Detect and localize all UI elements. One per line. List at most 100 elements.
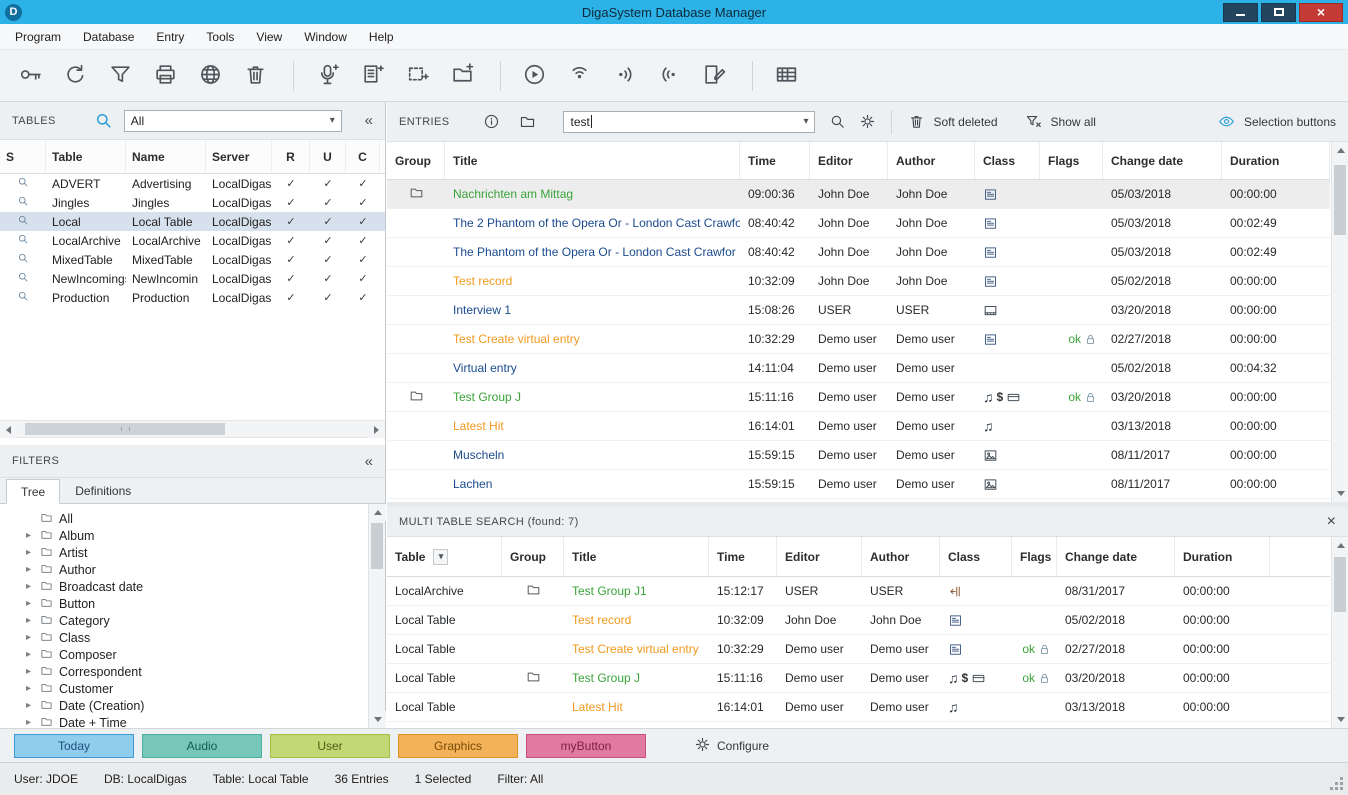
quick-button-mybutton[interactable]: myButton (526, 734, 646, 758)
tables-column-server[interactable]: Server (206, 140, 272, 173)
menu-database[interactable]: Database (72, 25, 145, 49)
collapse-filters-button[interactable]: « (365, 453, 373, 470)
close-multi-search-button[interactable]: × (1327, 514, 1336, 530)
entries-scroll-down-button[interactable] (1332, 485, 1348, 502)
entries-column-time[interactable]: Time (740, 142, 810, 179)
mic-add-button[interactable] (307, 57, 347, 95)
tree-item-artist[interactable]: ▸ Artist (0, 544, 367, 561)
quick-button-user[interactable]: User (270, 734, 390, 758)
multi-search-row[interactable]: Local Table Test record 10:32:09 John Do… (387, 606, 1330, 635)
multi-column-title[interactable]: Title (564, 537, 709, 576)
quick-button-graphics[interactable]: Graphics (398, 734, 518, 758)
configure-button[interactable]: Configure (694, 736, 769, 756)
multi-column-flags[interactable]: Flags (1012, 537, 1057, 576)
expand-arrow-icon[interactable]: ▸ (26, 666, 39, 677)
open-folder-button[interactable] (515, 110, 539, 134)
table-row-production[interactable]: Production Production LocalDigas ✓ ✓ ✓ (0, 288, 385, 307)
key-button[interactable] (10, 57, 50, 95)
entry-row[interactable]: Latest Hit 16:14:01 Demo user Demo user … (387, 412, 1330, 441)
multi-column-author[interactable]: Author (862, 537, 940, 576)
entry-row[interactable]: Nachrichten am Mittag 09:00:36 John Doe … (387, 180, 1330, 209)
import-button[interactable] (352, 57, 392, 95)
scroll-left-button[interactable] (0, 421, 17, 438)
entry-row[interactable]: Test Create virtual entry 10:32:29 Demo … (387, 325, 1330, 354)
multi-column-editor[interactable]: Editor (777, 537, 862, 576)
menu-tools[interactable]: Tools (195, 25, 245, 49)
multi-search-row[interactable]: Local Table Test Create virtual entry 10… (387, 635, 1330, 664)
expand-arrow-icon[interactable]: ▸ (26, 581, 39, 592)
entries-column-title[interactable]: Title (445, 142, 740, 179)
tree-item-author[interactable]: ▸ Author (0, 561, 367, 578)
menu-entry[interactable]: Entry (145, 25, 195, 49)
entries-scroll-up-button[interactable] (1332, 142, 1348, 159)
expand-arrow-icon[interactable]: ▸ (26, 530, 39, 541)
table-row-local[interactable]: Local Local Table LocalDigas ✓ ✓ ✓ (0, 212, 385, 231)
tables-column-table[interactable]: Table (46, 140, 126, 173)
filters-scroll-track[interactable] (369, 521, 385, 711)
tree-item-all[interactable]: ▸ All (0, 510, 367, 527)
table-row-mixedtable[interactable]: MixedTable MixedTable LocalDigas ✓ ✓ ✓ (0, 250, 385, 269)
tables-column-r[interactable]: R (272, 140, 310, 173)
menu-window[interactable]: Window (293, 25, 358, 49)
multi-scroll-track[interactable] (1332, 554, 1348, 711)
tables-column-name[interactable]: Name (126, 140, 206, 173)
menu-view[interactable]: View (245, 25, 293, 49)
tree-item-customer[interactable]: ▸ Customer (0, 680, 367, 697)
entry-row[interactable]: Test record 10:32:09 John Doe John Doe 0… (387, 267, 1330, 296)
table-filter-dropdown[interactable]: ▾ (433, 549, 448, 565)
minimize-button[interactable] (1223, 3, 1258, 22)
tree-item-date-time[interactable]: ▸ Date + Time (0, 714, 367, 728)
signal-b-button[interactable] (604, 57, 644, 95)
multi-column-time[interactable]: Time (709, 537, 777, 576)
entries-search-input[interactable]: test ▾ (563, 111, 815, 133)
show-all-button[interactable] (1022, 110, 1046, 134)
multi-search-row[interactable]: Local Table Test Group J 15:11:16 Demo u… (387, 664, 1330, 693)
tables-column-c[interactable]: C (346, 140, 380, 173)
tab-tree[interactable]: Tree (6, 479, 60, 504)
search-settings-button[interactable] (855, 110, 879, 134)
entries-scroll-track[interactable] (1332, 159, 1348, 485)
multi-search-row[interactable]: LocalArchive Test Group J1 15:12:17 USER… (387, 577, 1330, 606)
close-button[interactable]: × (1299, 3, 1343, 22)
multi-search-scrollbar[interactable] (1331, 537, 1348, 728)
expand-arrow-icon[interactable]: ▸ (26, 564, 39, 575)
collapse-tables-button[interactable]: « (365, 112, 373, 129)
entries-column-group[interactable]: Group (387, 142, 445, 179)
tree-item-date-creation[interactable]: ▸ Date (Creation) (0, 697, 367, 714)
expand-arrow-icon[interactable]: ▸ (26, 700, 39, 711)
maximize-button[interactable] (1261, 3, 1296, 22)
signal-a-button[interactable] (559, 57, 599, 95)
scrollbar-thumb[interactable] (25, 423, 225, 435)
table-row-localarchive[interactable]: LocalArchive LocalArchive LocalDigas ✓ ✓… (0, 231, 385, 250)
entry-row[interactable]: The Phantom of the Opera Or - London Cas… (387, 238, 1330, 267)
entries-column-duration[interactable]: Duration (1222, 142, 1330, 179)
quick-button-audio[interactable]: Audio (142, 734, 262, 758)
tables-column-s[interactable]: S (0, 140, 46, 173)
tree-item-button[interactable]: ▸ Button (0, 595, 367, 612)
expand-arrow-icon[interactable]: ▸ (26, 547, 39, 558)
info-button[interactable] (479, 110, 503, 134)
tree-item-class[interactable]: ▸ Class (0, 629, 367, 646)
entries-scrollbar[interactable] (1331, 142, 1348, 502)
multi-column-class[interactable]: Class (940, 537, 1012, 576)
multi-column-change-date[interactable]: Change date (1057, 537, 1175, 576)
scroll-right-button[interactable] (368, 421, 385, 438)
tree-item-category[interactable]: ▸ Category (0, 612, 367, 629)
filters-scrollbar[interactable] (368, 504, 385, 728)
selection-buttons-toggle[interactable] (1215, 110, 1239, 134)
tree-item-broadcast-date[interactable]: ▸ Broadcast date (0, 578, 367, 595)
refresh-button[interactable] (55, 57, 95, 95)
multi-search-row[interactable]: Local Table Latest Hit 16:14:01 Demo use… (387, 693, 1330, 722)
entry-row[interactable]: Virtual entry 14:11:04 Demo user Demo us… (387, 354, 1330, 383)
entries-column-flags[interactable]: Flags (1040, 142, 1103, 179)
multi-column-duration[interactable]: Duration (1175, 537, 1270, 576)
entry-row[interactable]: Test Group J 15:11:16 Demo user Demo use… (387, 383, 1330, 412)
edit-button[interactable] (694, 57, 734, 95)
soft-deleted-button[interactable] (904, 110, 928, 134)
expand-arrow-icon[interactable]: ▸ (26, 649, 39, 660)
table-row-advert[interactable]: ADVERT Advertising LocalDigas ✓ ✓ ✓ (0, 174, 385, 193)
multi-column-group[interactable]: Group (502, 537, 564, 576)
table-button[interactable] (766, 57, 806, 95)
menu-help[interactable]: Help (358, 25, 405, 49)
print-button[interactable] (145, 57, 185, 95)
